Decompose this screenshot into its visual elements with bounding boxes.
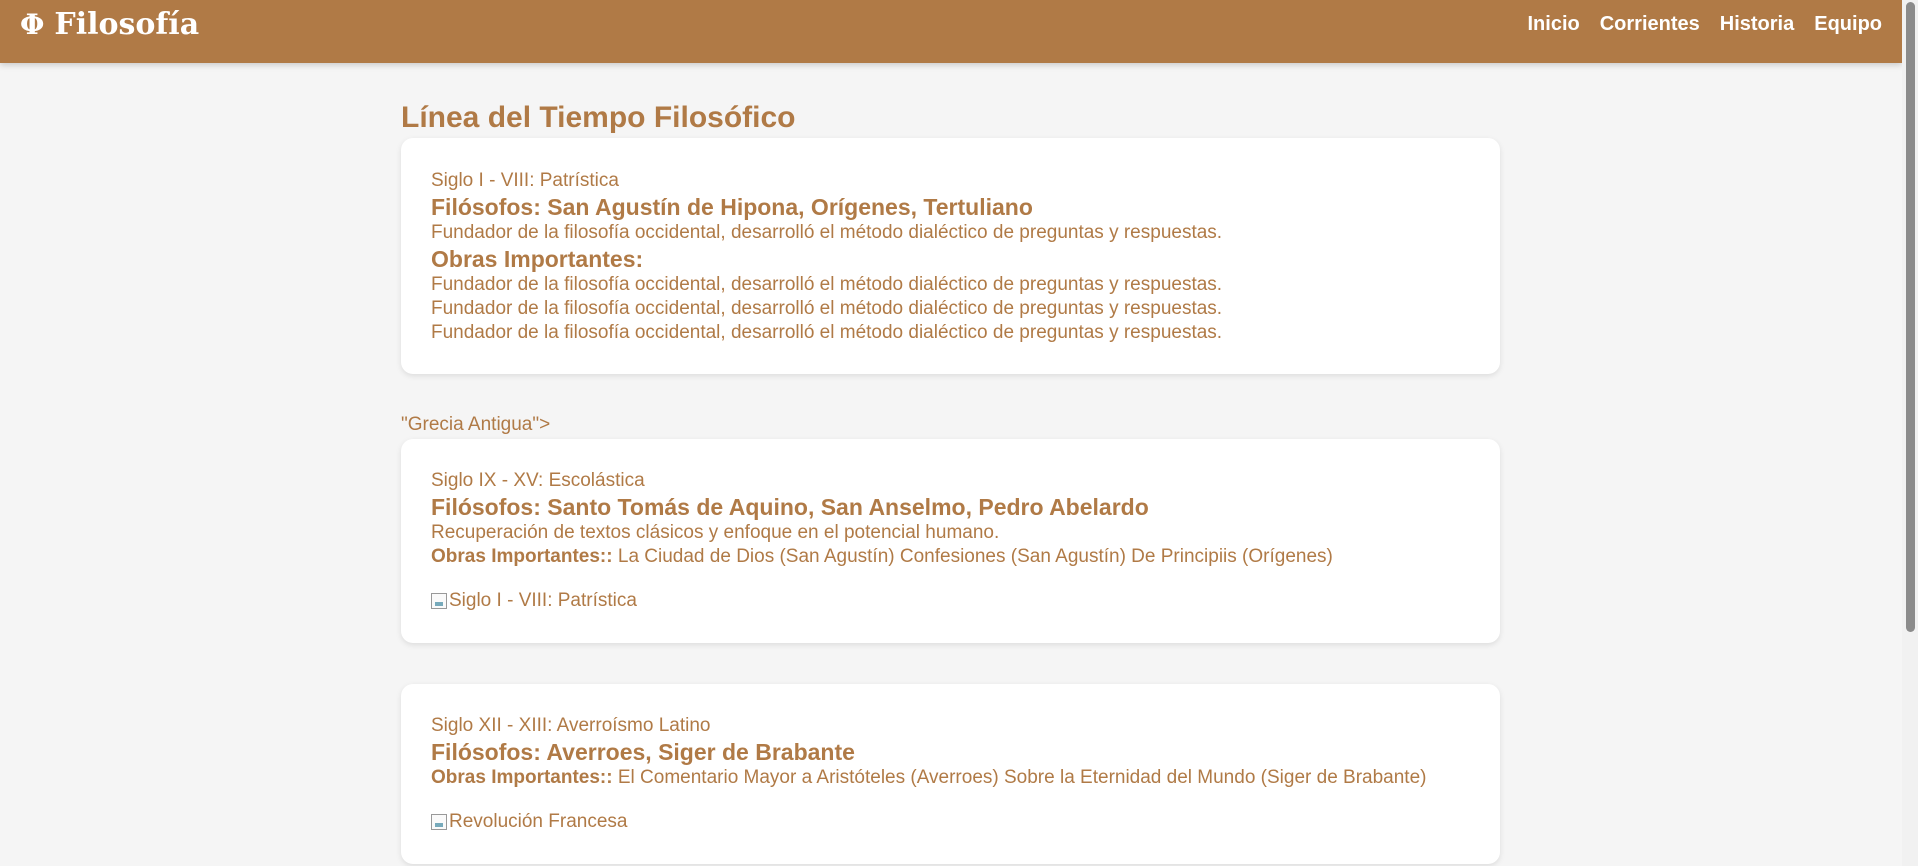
- works-heading: Obras Importantes:: [431, 246, 644, 272]
- image-alt-text: Siglo I - VIII: Patrística: [449, 590, 637, 611]
- works-inline: Obras Importantes:: El Comentario Mayor …: [431, 766, 1470, 790]
- works-inline: Obras Importantes:: La Ciudad de Dios (S…: [431, 545, 1470, 569]
- timeline-content: Línea del Tiempo Filosófico Siglo I - VI…: [401, 100, 1500, 864]
- scrollbar-thumb[interactable]: [1906, 2, 1915, 632]
- era-label: Siglo XII - XIII: Averroísmo Latino: [431, 715, 711, 736]
- works-line: Fundador de la filosofía occidental, des…: [431, 298, 1223, 319]
- page-scrollbar[interactable]: [1902, 0, 1918, 866]
- era-description: Recuperación de textos clásicos y enfoqu…: [431, 522, 1000, 543]
- era-image: Siglo I - VIII: Patrística: [431, 589, 637, 613]
- era-image: Revolución Francesa: [431, 810, 627, 834]
- works-line: Fundador de la filosofía occidental, des…: [431, 322, 1223, 343]
- philosophers-heading: Filósofos: Averroes, Siger de Brabante: [431, 739, 855, 765]
- era-description: Fundador de la filosofía occidental, des…: [431, 222, 1223, 243]
- nav-link-equipo[interactable]: Equipo: [1814, 13, 1882, 36]
- timeline-card-escolastica: Siglo IX - XV: Escolástica Filósofos: Sa…: [401, 439, 1500, 643]
- phi-icon: Φ: [20, 7, 45, 41]
- works-label: Obras Importantes::: [431, 767, 613, 788]
- broken-image-icon: [431, 593, 447, 609]
- brand-logo[interactable]: Φ Filosofía: [20, 6, 200, 42]
- main-nav: Inicio Corrientes Historia Equipo: [1528, 13, 1883, 36]
- timeline-card-averroismo: Siglo XII - XIII: Averroísmo Latino Filó…: [401, 684, 1500, 864]
- philosophers-heading: Filósofos: San Agustín de Hipona, Orígen…: [431, 194, 1033, 220]
- nav-link-inicio[interactable]: Inicio: [1528, 13, 1580, 36]
- nav-link-corrientes[interactable]: Corrientes: [1600, 13, 1700, 36]
- broken-image-icon: [431, 814, 447, 830]
- works-list: La Ciudad de Dios (San Agustín) Confesio…: [617, 546, 1333, 567]
- timeline-card-patristica: Siglo I - VIII: Patrística Filósofos: Sa…: [401, 138, 1500, 374]
- brand-name: Filosofía: [54, 6, 200, 42]
- top-navbar: Φ Filosofía Inicio Corrientes Historia E…: [0, 0, 1902, 63]
- works-label: Obras Importantes::: [431, 546, 613, 567]
- nav-link-historia[interactable]: Historia: [1720, 13, 1794, 36]
- works-line: Fundador de la filosofía occidental, des…: [431, 274, 1223, 295]
- era-label: Siglo IX - XV: Escolástica: [431, 470, 645, 491]
- works-list: El Comentario Mayor a Aristóteles (Averr…: [617, 767, 1427, 788]
- era-label: Siglo I - VIII: Patrística: [431, 170, 619, 191]
- image-alt-text: Revolución Francesa: [449, 811, 628, 832]
- page-title: Línea del Tiempo Filosófico: [401, 101, 796, 134]
- philosophers-heading: Filósofos: Santo Tomás de Aquino, San An…: [431, 494, 1149, 520]
- stray-markup-text: "Grecia Antigua">: [401, 414, 551, 435]
